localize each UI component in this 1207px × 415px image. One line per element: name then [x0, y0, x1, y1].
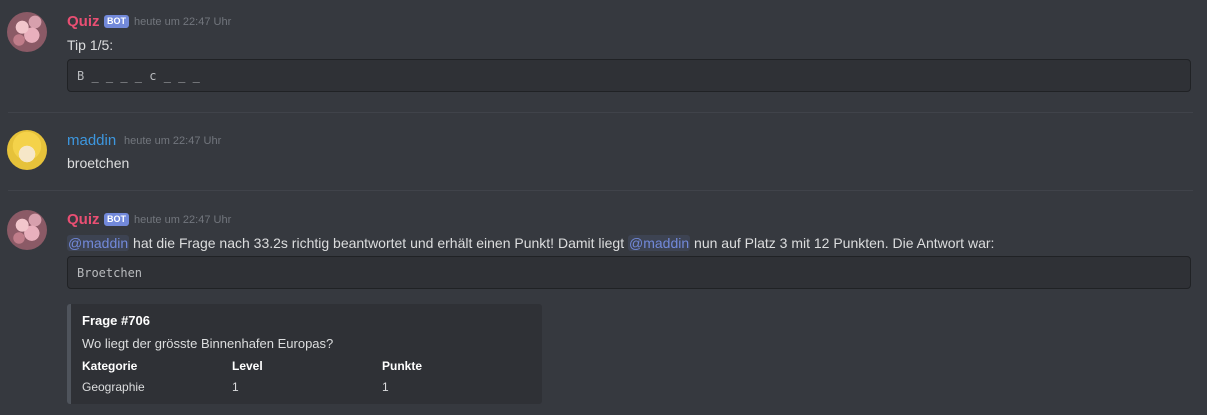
message-group-maddin: maddin heute um 22:47 Uhr broetchen: [0, 113, 1207, 188]
message-text-part: nun auf Platz 3 mit 12 Punkten. Die Antw…: [690, 235, 995, 251]
message-text-part: hat die Frage nach 33.2s richtig beantwo…: [129, 235, 628, 251]
quiz-avatar[interactable]: [7, 12, 47, 52]
author-name[interactable]: maddin: [67, 131, 116, 151]
code-block: Broetchen: [67, 256, 1191, 289]
message-divider: [8, 190, 1193, 191]
author-name[interactable]: Quiz: [67, 12, 100, 32]
embed-title: Frage #706: [82, 313, 150, 328]
field-value-punkte: 1: [382, 380, 389, 394]
embed-description: Wo liegt der grösste Binnenhafen Europas…: [82, 336, 334, 351]
bot-tag: BOT: [104, 15, 129, 28]
timestamp: heute um 22:47 Uhr: [124, 135, 222, 147]
field-name-punkte: Punkte: [382, 359, 423, 373]
message-text: @maddin hat die Frage nach 33.2s richtig…: [67, 233, 994, 253]
timestamp: heute um 22:47 Uhr: [134, 16, 232, 28]
maddin-avatar[interactable]: [7, 130, 47, 170]
message-text: Tip 1/5:: [67, 37, 114, 53]
field-name-kategorie: Kategorie: [82, 359, 138, 373]
quiz-avatar[interactable]: [7, 210, 47, 250]
bot-tag: BOT: [104, 213, 129, 226]
field-value-level: 1: [232, 380, 239, 394]
user-mention[interactable]: @maddin: [67, 235, 130, 251]
message-text: broetchen: [67, 155, 130, 171]
message-group-quiz-1: Quiz BOT heute um 22:47 Uhr Tip 1/5: B _…: [0, 0, 1207, 110]
question-embed: Frage #706 Wo liegt der grösste Binnenha…: [67, 304, 542, 404]
field-value-kategorie: Geographie: [82, 380, 145, 394]
code-block: B _ _ _ _ c _ _ _: [67, 59, 1191, 92]
field-name-level: Level: [232, 359, 263, 373]
author-name[interactable]: Quiz: [67, 210, 100, 230]
timestamp: heute um 22:47 Uhr: [134, 214, 232, 226]
user-mention[interactable]: @maddin: [628, 235, 691, 251]
